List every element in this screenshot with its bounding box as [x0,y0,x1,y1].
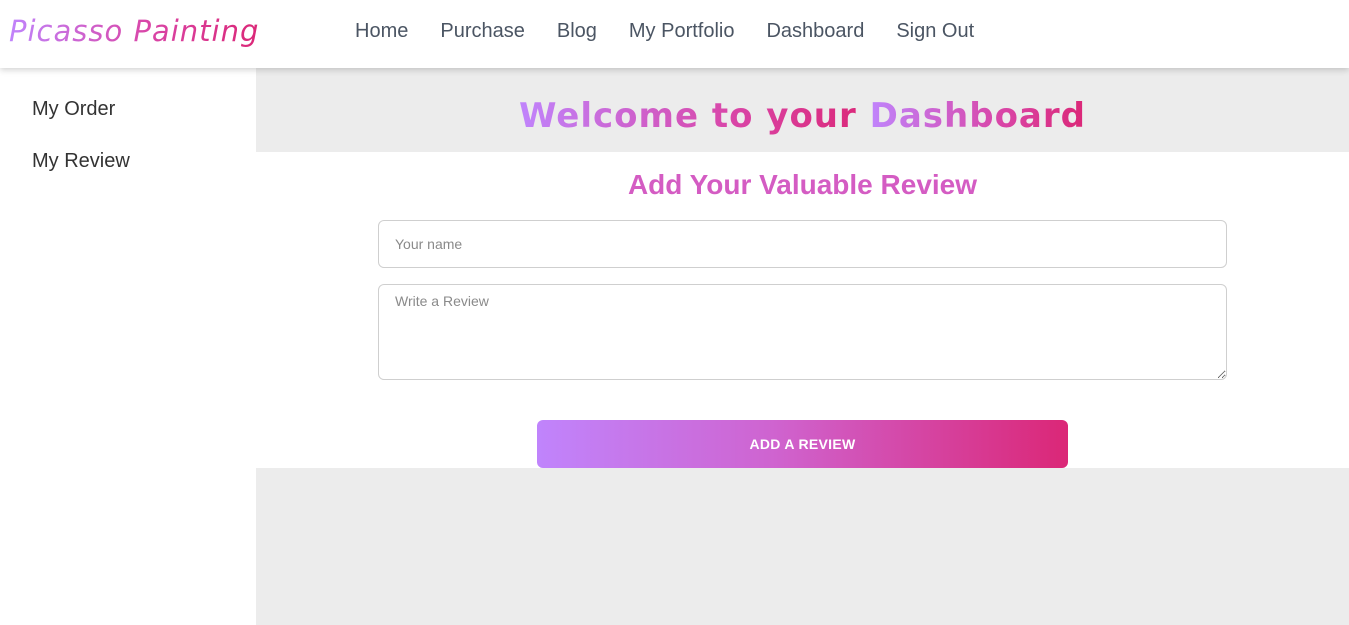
sidebar-item-my-order[interactable]: My Order [32,98,115,121]
review-form-card: Add Your Valuable Review ADD A REVIEW [256,152,1349,468]
dashboard-sidebar: My Order My Review [0,68,256,625]
review-textarea[interactable] [378,284,1227,380]
nav-link-blog[interactable]: Blog [557,20,597,43]
page-title: Welcome to your Dashboard [256,96,1349,136]
top-navbar: Picasso Painting Home Purchase Blog My P… [0,0,1349,68]
nav-link-home[interactable]: Home [355,20,408,43]
add-review-button[interactable]: ADD A REVIEW [537,420,1068,468]
nav-link-purchase[interactable]: Purchase [440,20,525,43]
brand-logo[interactable]: Picasso Painting [9,14,259,48]
main-nav: Home Purchase Blog My Portfolio Dashboar… [355,20,974,43]
review-form-title: Add Your Valuable Review [627,169,978,200]
page-title-emphasis: Dashboard [869,96,1086,136]
nav-link-sign-out[interactable]: Sign Out [896,20,974,43]
nav-link-my-portfolio[interactable]: My Portfolio [629,20,735,43]
sidebar-item-my-review[interactable]: My Review [32,150,130,173]
nav-link-dashboard[interactable]: Dashboard [766,20,864,43]
name-input[interactable] [378,220,1227,268]
page-title-prefix: Welcome to your [519,96,870,136]
dashboard-main: Welcome to your Dashboard Add Your Valua… [256,68,1349,625]
